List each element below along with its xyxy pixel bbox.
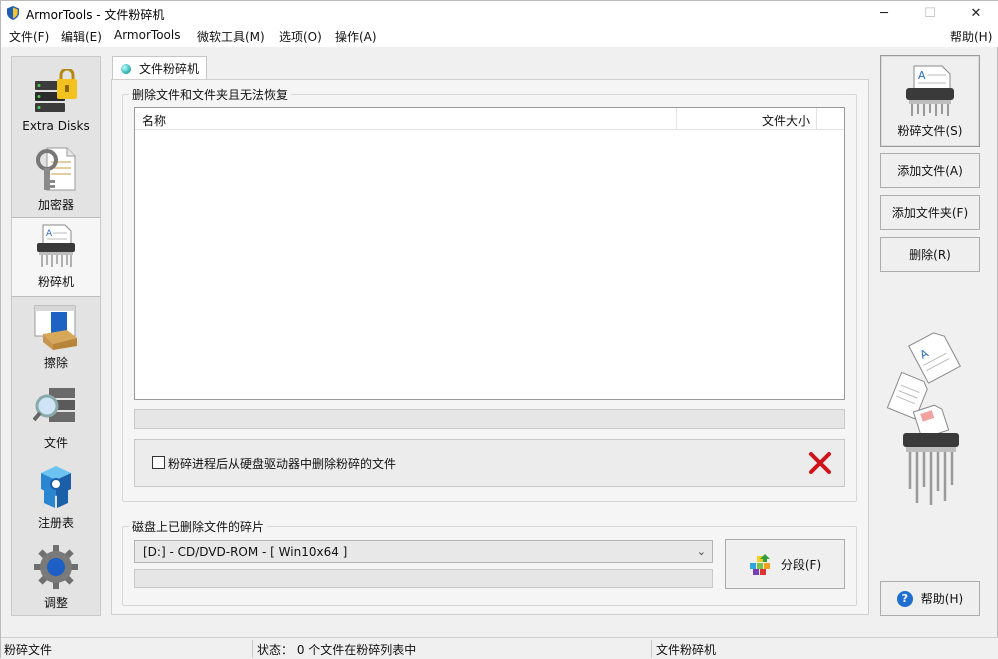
- help-button-label: 帮助(H): [920, 592, 964, 606]
- cancel-x-icon[interactable]: [807, 450, 833, 476]
- shred-files-button[interactable]: A 粉碎文件(S): [880, 55, 980, 147]
- sidebar-item-files[interactable]: 文件: [12, 377, 100, 457]
- tab-file-shredder[interactable]: 文件粉碎机: [112, 56, 207, 80]
- defrag-progress-bar: [134, 569, 713, 588]
- registry-cubes-icon: [41, 466, 71, 508]
- sidebar-item-label: 粉碎机: [37, 275, 74, 289]
- sidebar-item-tweaks[interactable]: 调整: [12, 537, 100, 617]
- column-header-size[interactable]: 文件大小: [762, 112, 810, 129]
- sidebar-item-label: 擦除: [43, 356, 68, 370]
- sidebar-item-label: 注册表: [37, 516, 74, 530]
- window-title: ArmorTools - 文件粉碎机: [26, 8, 165, 22]
- file-list-header: 名称 文件大小: [135, 108, 844, 130]
- defrag-button[interactable]: 分段(F): [725, 539, 845, 589]
- disk-select-value: [D:] - CD/DVD-ROM - [ Win10x64 ]: [143, 544, 348, 559]
- file-search-icon: [33, 388, 75, 422]
- sidebar-item-registry[interactable]: 注册表: [12, 457, 100, 537]
- shredder-illustration: A: [887, 332, 961, 505]
- tool-sidebar: Extra Disks 加密器 A 粉碎机 擦除 文件 注册表 调整: [11, 56, 101, 616]
- status-divider: [252, 640, 253, 658]
- delete-after-shred-label[interactable]: 粉碎进程后从硬盘驱动器中删除粉碎的文件: [168, 455, 396, 472]
- eraser-box-icon: [34, 305, 77, 350]
- status-dot-icon: [121, 63, 131, 74]
- menu-bar: 文件(F) 编辑(E) ArmorTools 微软工具(M) 选项(O) 操作(…: [1, 25, 998, 47]
- status-module: 文件粉碎机: [656, 643, 717, 657]
- shield-app-icon: [7, 6, 19, 20]
- sidebar-item-label: 文件: [43, 436, 68, 450]
- disk-select[interactable]: [D:] - CD/DVD-ROM - [ Win10x64 ] ⌄: [134, 540, 713, 563]
- add-folder-button[interactable]: 添加文件夹(F): [880, 195, 980, 230]
- status-mode: 粉碎文件: [4, 643, 53, 657]
- delete-after-shred-checkbox[interactable]: [152, 456, 165, 469]
- minimize-button[interactable]: ─: [861, 1, 907, 25]
- sidebar-item-label: 调整: [43, 596, 68, 610]
- shred-progress-bar: [134, 409, 845, 429]
- status-divider: [651, 640, 652, 658]
- column-divider[interactable]: [676, 108, 677, 130]
- defrag-button-label: 分段(F): [780, 557, 822, 572]
- column-divider[interactable]: [816, 108, 817, 130]
- app-window: ArmorTools - 文件粉碎机 ─ ☐ ✕ 文件(F) 编辑(E) Arm…: [0, 0, 998, 659]
- status-message: 状态： 0 个文件在粉碎列表中: [257, 643, 417, 657]
- sidebar-item-shredder[interactable]: A 粉碎机: [12, 217, 100, 297]
- sidebar-item-label: Extra Disks: [22, 119, 90, 133]
- menu-file[interactable]: 文件(F): [9, 28, 49, 45]
- gear-icon: [34, 545, 78, 589]
- menu-armortools[interactable]: ArmorTools: [114, 28, 180, 42]
- tab-label: 文件粉碎机: [139, 62, 200, 76]
- menu-help[interactable]: 帮助(H): [950, 28, 992, 45]
- shred-file-list[interactable]: 名称 文件大小: [134, 107, 845, 400]
- shred-group-title: 删除文件和文件夹且无法恢复: [129, 86, 292, 103]
- column-header-name[interactable]: 名称: [142, 112, 166, 129]
- svg-text:A: A: [918, 69, 926, 82]
- disk-lock-icon: [35, 69, 77, 112]
- disk-group-title: 磁盘上已删除文件的碎片: [129, 518, 268, 535]
- sidebar-item-label: 加密器: [37, 198, 74, 212]
- menu-edit[interactable]: 编辑(E): [61, 28, 102, 45]
- shredder-icon: A: [906, 65, 954, 116]
- menu-actions[interactable]: 操作(A): [335, 28, 377, 45]
- key-document-icon: [36, 147, 76, 191]
- shred-files-label: 粉碎文件(S): [897, 123, 963, 138]
- help-icon: ?: [896, 590, 913, 607]
- status-bar: 粉碎文件 状态： 0 个文件在粉碎列表中 文件粉碎机: [1, 637, 998, 659]
- close-button[interactable]: ✕: [953, 1, 998, 25]
- sidebar-item-eraser[interactable]: 擦除: [12, 297, 100, 377]
- delete-button[interactable]: 删除(R): [880, 237, 980, 272]
- chevron-down-icon: ⌄: [696, 545, 706, 558]
- maximize-button[interactable]: ☐: [907, 1, 953, 25]
- menu-options[interactable]: 选项(O): [279, 28, 322, 45]
- sidebar-item-extra-disks[interactable]: Extra Disks: [12, 59, 100, 139]
- add-file-button[interactable]: 添加文件(A): [880, 153, 980, 188]
- defrag-cubes-icon: [749, 554, 770, 575]
- menu-ms-tools[interactable]: 微软工具(M): [197, 28, 265, 45]
- shredder-icon: A: [37, 224, 75, 267]
- help-button[interactable]: ? 帮助(H): [880, 581, 980, 616]
- title-bar: ArmorTools - 文件粉碎机 ─ ☐ ✕: [1, 1, 998, 25]
- sidebar-item-encryptor[interactable]: 加密器: [12, 139, 100, 219]
- svg-text:A: A: [46, 229, 53, 239]
